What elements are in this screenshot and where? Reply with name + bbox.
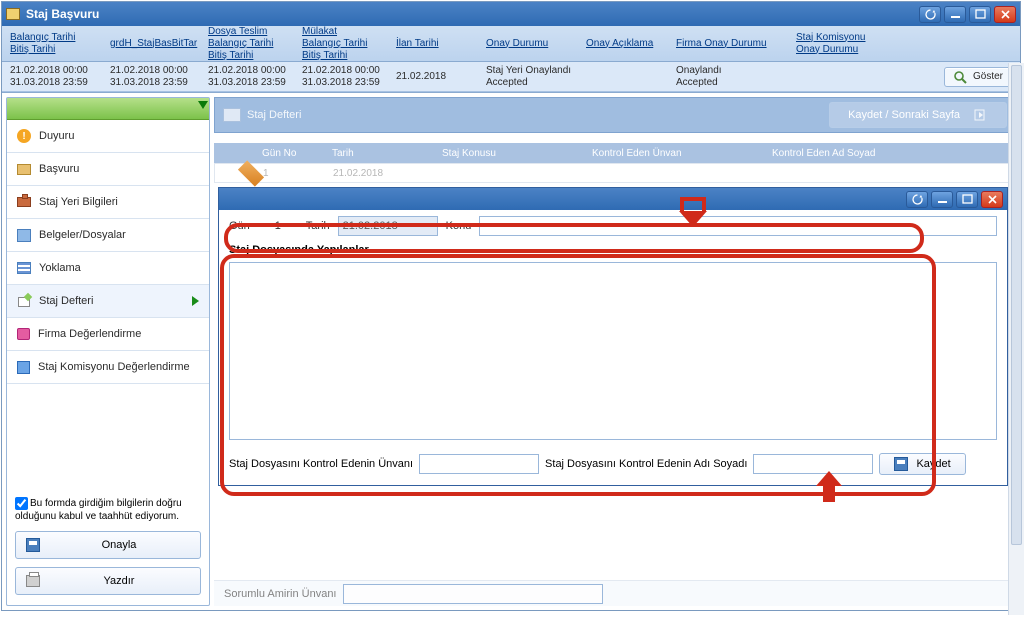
- col-grd[interactable]: grdH_StajBasBitTar: [104, 36, 202, 52]
- pencil-icon: [238, 160, 264, 186]
- dlg-refresh-button[interactable]: [906, 191, 928, 208]
- col-ilan[interactable]: İlan Tarihi: [390, 36, 480, 52]
- sidebar-item-basvuru[interactable]: Başvuru: [7, 153, 209, 186]
- save-next-button[interactable]: Kaydet / Sonraki Sayfa: [829, 102, 1007, 128]
- tarih-label: Tarih: [306, 220, 330, 232]
- declaration-row: Bu formda girdiğim bilgilerin doğru oldu…: [7, 489, 209, 527]
- gun-label: Gün: [229, 220, 250, 232]
- dlg-minimize-button[interactable]: [931, 191, 953, 208]
- main-body: !Duyuru Başvuru Staj Yeri Bilgileri Belg…: [2, 92, 1020, 610]
- window-title: Staj Başvuru: [26, 7, 919, 21]
- sidebar-item-yoklama[interactable]: Yoklama: [7, 252, 209, 285]
- declaration-checkbox[interactable]: [15, 497, 28, 510]
- col-dosya[interactable]: Dosya TeslimBalangıç TarihiBitiş Tarihi: [202, 24, 296, 64]
- entry-dialog-titlebar: [219, 188, 1007, 210]
- section-label: Staj Dosyasında Yapılanlar: [219, 242, 1007, 258]
- sidebar-item-duyuru[interactable]: !Duyuru: [7, 120, 209, 153]
- defteri-title: Staj Defteri: [247, 109, 301, 121]
- list-icon: [17, 262, 31, 274]
- titlebar: Staj Başvuru: [2, 2, 1020, 26]
- supervisor-row: Sorumlu Amirin Ünvanı: [214, 580, 1008, 606]
- kaydet-button[interactable]: Kaydet: [879, 453, 965, 475]
- scrollbar-thumb[interactable]: [1011, 65, 1022, 545]
- print-button[interactable]: Yazdır: [15, 567, 201, 595]
- folder-icon: [6, 8, 20, 20]
- approve-button[interactable]: Onayla: [15, 531, 201, 559]
- supervisor-input[interactable]: [343, 584, 603, 604]
- konu-label: Konu: [446, 220, 472, 232]
- defteri-grid-row[interactable]: 1 21.02.2018: [214, 163, 1016, 183]
- minimize-button[interactable]: [944, 6, 966, 23]
- dlg-maximize-button[interactable]: [956, 191, 978, 208]
- sidebar-item-belgeler[interactable]: Belgeler/Dosyalar: [7, 219, 209, 252]
- activities-textarea[interactable]: [229, 262, 997, 440]
- maximize-button[interactable]: [969, 6, 991, 23]
- declaration-label: Bu formda girdiğim bilgilerin doğru oldu…: [15, 498, 182, 522]
- documents-icon: [17, 229, 31, 242]
- defteri-grid-header: Gün No Tarih Staj Konusu Kontrol Eden Ün…: [214, 143, 1016, 163]
- grid-data-row[interactable]: 21.02.2018 00:0031.03.2018 23:59 21.02.2…: [2, 62, 1020, 92]
- magnify-icon: [953, 70, 967, 84]
- bag-icon: [17, 328, 30, 340]
- defteri-header: Staj Defteri Kaydet / Sonraki Sayfa: [214, 97, 1016, 133]
- sidebar-item-staj-yeri[interactable]: Staj Yeri Bilgileri: [7, 186, 209, 219]
- col-start-end[interactable]: Balangıç TarihiBitiş Tarihi: [4, 30, 104, 58]
- supervisor-label: Sorumlu Amirin Ünvanı: [224, 588, 337, 600]
- expand-arrow-icon: [198, 101, 208, 109]
- gun-value: 1: [258, 220, 298, 232]
- col-onay-aciklama[interactable]: Onay Açıklama: [580, 36, 670, 52]
- info-icon: !: [17, 129, 31, 143]
- save-icon: [894, 457, 908, 471]
- save-icon: [26, 538, 40, 552]
- sidebar-item-komisyon-deg[interactable]: Staj Komisyonu Değerlendirme: [7, 351, 209, 384]
- close-button[interactable]: [994, 6, 1016, 23]
- ad-label: Staj Dosyasını Kontrol Edenin Adı Soyadı: [545, 458, 747, 470]
- briefcase-icon: [17, 197, 31, 207]
- show-button[interactable]: Göster: [944, 67, 1012, 87]
- main-window: Staj Başvuru Balangıç TarihiBitiş Tarihi…: [1, 1, 1021, 611]
- arrow-right-icon: [192, 296, 199, 306]
- konu-input[interactable]: [479, 216, 997, 236]
- sidebar: !Duyuru Başvuru Staj Yeri Bilgileri Belg…: [6, 97, 210, 606]
- dlg-close-button[interactable]: [981, 191, 1003, 208]
- col-onay-durumu[interactable]: Onay Durumu: [480, 36, 580, 52]
- blue-folder-icon: [17, 361, 30, 374]
- refresh-button[interactable]: [919, 6, 941, 23]
- unvan-label: Staj Dosyasını Kontrol Edenin Ünvanı: [229, 458, 413, 470]
- next-icon: [974, 109, 988, 121]
- col-firma-onay[interactable]: Firma Onay Durumu: [670, 36, 790, 52]
- col-mulakat[interactable]: MülakatBalangıç TarihiBitiş Tarihi: [296, 24, 390, 64]
- sidebar-item-staj-defteri[interactable]: Staj Defteri: [7, 285, 209, 318]
- edit-icon: [17, 294, 31, 308]
- content-area: Staj Defteri Kaydet / Sonraki Sayfa Gün …: [214, 97, 1016, 606]
- sidebar-item-firma-deg[interactable]: Firma Değerlendirme: [7, 318, 209, 351]
- ad-input[interactable]: [753, 454, 873, 474]
- tarih-field: [338, 216, 438, 236]
- col-komisyon-onay[interactable]: Staj KomisyonuOnay Durumu: [790, 30, 890, 58]
- entry-dialog: Gün 1 Tarih Konu Staj Dosyasında Yapılan…: [218, 187, 1008, 486]
- grid-header: Balangıç TarihiBitiş Tarihi grdH_StajBas…: [2, 26, 1020, 62]
- vertical-scrollbar[interactable]: [1008, 63, 1024, 615]
- printer-icon: [26, 575, 40, 587]
- controller-row: Staj Dosyasını Kontrol Edenin Ünvanı Sta…: [219, 449, 1007, 485]
- unvan-input[interactable]: [419, 454, 539, 474]
- entry-meta-row: Gün 1 Tarih Konu: [219, 210, 1007, 242]
- book-icon: [17, 164, 31, 175]
- sidebar-header[interactable]: [7, 98, 209, 120]
- notebook-icon: [223, 108, 241, 122]
